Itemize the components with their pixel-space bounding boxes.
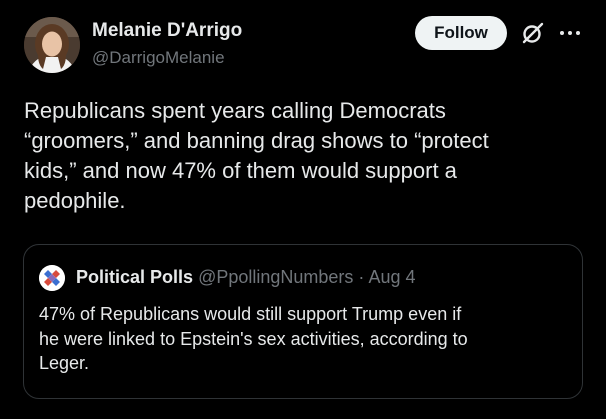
political-polls-logo-icon[interactable] bbox=[39, 265, 65, 291]
tweet: Melanie D'Arrigo @DarrigoMelanie Follow … bbox=[0, 0, 606, 419]
quoted-tweet-date[interactable]: Aug 4 bbox=[368, 267, 415, 287]
author-handle[interactable]: @DarrigoMelanie bbox=[92, 48, 225, 68]
author-name[interactable]: Melanie D'Arrigo bbox=[92, 20, 242, 42]
quoted-tweet-header: Political Polls @PpollingNumbers · Aug 4 bbox=[76, 265, 415, 289]
quoted-tweet[interactable]: Political Polls @PpollingNumbers · Aug 4… bbox=[23, 244, 583, 399]
quoted-tweet-text: 47% of Republicans would still support T… bbox=[39, 304, 468, 373]
quoted-author-name[interactable]: Political Polls bbox=[76, 267, 193, 287]
follow-button[interactable]: Follow bbox=[415, 16, 507, 50]
quoted-author-handle[interactable]: @PpollingNumbers bbox=[198, 267, 353, 287]
more-dots-icon[interactable] bbox=[557, 22, 583, 42]
author-avatar[interactable] bbox=[24, 17, 80, 73]
tweet-text: Republicans spent years calling Democrat… bbox=[24, 98, 489, 213]
grok-icon[interactable] bbox=[520, 20, 546, 46]
meta-separator: · bbox=[358, 267, 365, 287]
profile-photo-icon bbox=[24, 17, 80, 73]
